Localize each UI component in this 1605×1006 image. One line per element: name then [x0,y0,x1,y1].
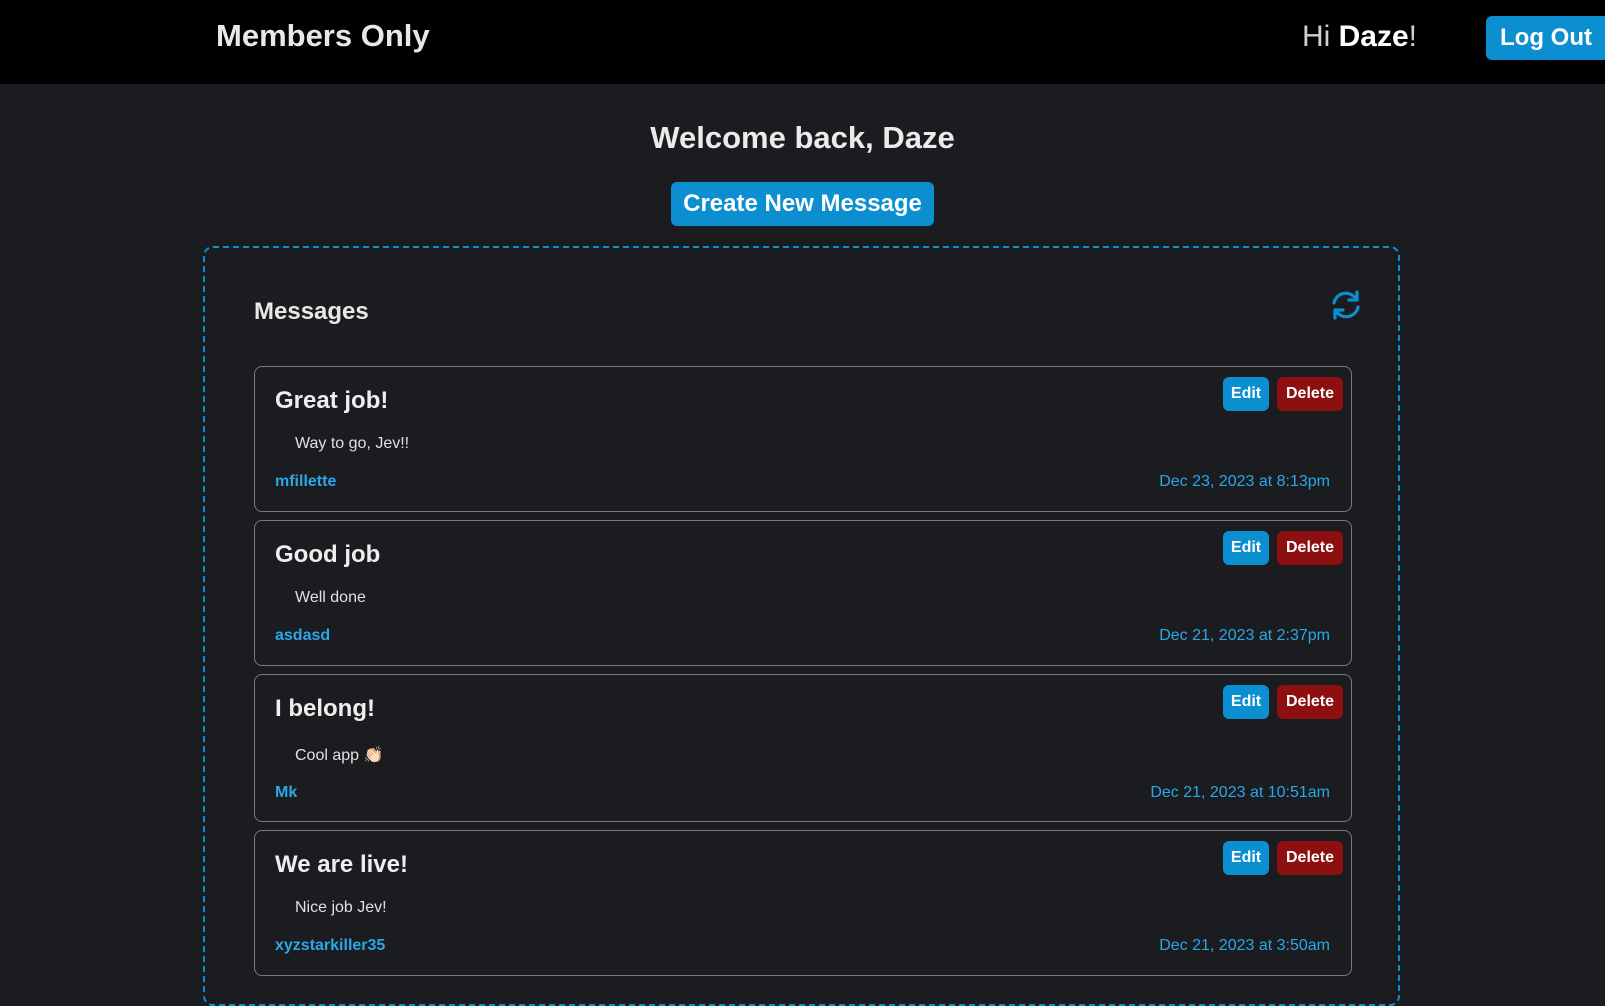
greeting-suffix: ! [1408,20,1417,53]
edit-button[interactable]: Edit [1223,841,1269,875]
message-title: Great job! [275,387,389,414]
messages-title: Messages [254,298,369,325]
delete-button[interactable]: Delete [1277,377,1343,411]
delete-button[interactable]: Delete [1277,531,1343,565]
message-author-link[interactable]: asdasd [275,627,330,645]
greeting-prefix: Hi [1301,20,1339,53]
message-date: Dec 21, 2023 at 10:51am [1150,784,1330,801]
message-title: I belong! [275,695,375,722]
message-card: Good job Edit Delete Well done asdasd De… [254,520,1352,666]
messages-panel: Messages Great job! Edit Delete Way to g… [203,246,1400,1006]
message-body: Well done [295,589,366,606]
message-body: Nice job Jev! [295,899,387,916]
message-date: Dec 21, 2023 at 2:37pm [1159,627,1330,644]
logout-button[interactable]: Log Out [1486,16,1605,60]
message-title: We are live! [275,851,408,878]
message-author-link[interactable]: Mk [275,784,297,802]
welcome-heading: Welcome back, Daze [650,120,955,155]
message-title: Good job [275,541,381,568]
greeting-username: Daze [1338,20,1409,53]
message-body: Cool app 👏🏻 [295,747,384,764]
edit-button[interactable]: Edit [1223,685,1269,719]
user-greeting: Hi Daze! [1302,20,1417,54]
message-author-link[interactable]: mfillette [275,473,336,491]
top-navbar: Members Only Hi Daze! Log Out [0,0,1605,84]
create-message-button[interactable]: Create New Message [671,182,934,226]
edit-button[interactable]: Edit [1223,377,1269,411]
message-author-link[interactable]: xyzstarkiller35 [275,937,385,955]
message-card: Great job! Edit Delete Way to go, Jev!! … [254,366,1352,512]
delete-button[interactable]: Delete [1277,841,1343,875]
message-card: We are live! Edit Delete Nice job Jev! x… [254,830,1352,976]
refresh-icon[interactable] [1329,288,1363,322]
message-date: Dec 23, 2023 at 8:13pm [1159,473,1330,490]
message-date: Dec 21, 2023 at 3:50am [1159,937,1330,954]
edit-button[interactable]: Edit [1223,531,1269,565]
brand-title[interactable]: Members Only [216,18,430,54]
delete-button[interactable]: Delete [1277,685,1343,719]
message-body: Way to go, Jev!! [295,435,410,452]
message-card: I belong! Edit Delete Cool app 👏🏻 Mk Dec… [254,674,1352,822]
